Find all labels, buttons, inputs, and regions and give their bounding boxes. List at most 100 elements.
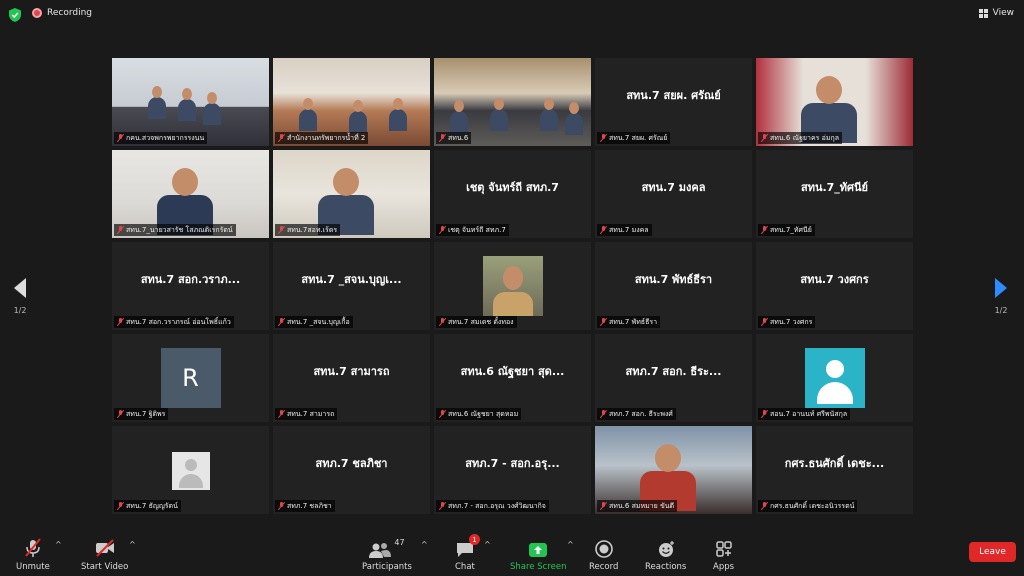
shield-icon[interactable] (9, 8, 21, 22)
mic-muted-icon (117, 318, 124, 326)
participant-tile[interactable]: สทน.7 สอก.วราภ... สทน.7 สอก.วราภรณ์ อ่อนโ… (112, 242, 269, 330)
participant-tile[interactable]: สทภ.7 สอก. ธีระ... สทภ.7 สอก. ธีระพงศ์ (595, 334, 752, 422)
share-screen-button[interactable]: Share Screen (510, 538, 566, 572)
participant-name-text: กศร.ธนศักดิ์ เดชะอนิวรรตน์ (770, 501, 855, 510)
participant-display-name: สทน.7 พัทธ์ธีรา (634, 273, 713, 286)
participant-tile[interactable]: สทน.7_ทัศนีย์ สทน.7_ทัศนีย์ (756, 150, 913, 238)
participant-tile[interactable]: สทน.7สอท.เร้ดร (273, 150, 430, 238)
participant-tile[interactable]: สทน.7 สยผ. ศรัณย์ สทน.7 สยผ. ศรัณย์ (595, 58, 752, 146)
participant-name-text: สำนักงานทรัพยากรน้ำที่ 2 (287, 133, 366, 142)
participant-name-label: สทภ.7 - สอก.อรุณ วงศ์วิฒนากิจ (436, 500, 549, 512)
share-caret-icon[interactable]: ^ (567, 540, 574, 549)
video-options-caret-icon[interactable]: ^ (129, 540, 136, 549)
participant-tile[interactable]: สทน.6 (434, 58, 591, 146)
person-head (569, 102, 579, 114)
participant-display-name: สทน.6 ณัฐชยา สุด... (460, 365, 565, 378)
participant-tile[interactable]: กคน.สวจพกรพยากรรงนน (112, 58, 269, 146)
person-head (207, 92, 217, 104)
participant-name-text: สอน.7 อานนท์ ศรีพนัสกุล (770, 409, 848, 418)
record-button[interactable]: Record (589, 538, 618, 572)
leave-button[interactable]: Leave (969, 542, 1016, 562)
chat-button[interactable]: 1 Chat (455, 534, 480, 572)
person-head (152, 86, 162, 98)
participant-tile[interactable]: สทน.7 _สจน.บุญเ... สทน.7 _สจน.บุญเกื้อ (273, 242, 430, 330)
meeting-toolbar: Unmute ^ Start Video ^ 47 Participants ^… (0, 534, 1024, 576)
reactions-button[interactable]: Reactions (645, 538, 686, 572)
participant-tile[interactable]: สทน.6 ณัฐยาคร อ่มกุล (756, 58, 913, 146)
participant-tile[interactable]: สทน.7 พัทธ์ธีรา สทน.7 พัทธ์ธีรา (595, 242, 752, 330)
prev-page-button[interactable]: 1/2 (5, 278, 35, 315)
participant-display-name: สทน.7 สอก.วราภ... (140, 273, 241, 286)
participant-display-name: สทภ.7 - สอก.อรุ... (465, 457, 560, 470)
participant-display-name: กศร.ธนศักดิ์ เดชะ... (784, 457, 885, 470)
mic-muted-icon (761, 226, 768, 234)
participant-name-label: สทน.7สอท.เร้ดร (275, 224, 341, 236)
view-button[interactable]: View (978, 8, 1014, 18)
participant-tile[interactable]: R สทน.7 ฐิติพร (112, 334, 269, 422)
participant-display-name: สทน.7 สามารถ (313, 365, 390, 378)
participant-tile[interactable]: สทน.7 สมเดช ตั้งทอง (434, 242, 591, 330)
participant-tile[interactable]: สอน.7 อานนท์ ศรีพนัสกุล (756, 334, 913, 422)
default-avatar-icon (804, 348, 865, 408)
participant-tile[interactable]: สทภ.7 ชลภิชา สทภ.7 ชลภิชา (273, 426, 430, 514)
recording-indicator[interactable]: Recording (32, 8, 92, 18)
participant-name-label: สำนักงานทรัพยากรน้ำที่ 2 (275, 132, 369, 144)
participant-tile[interactable]: สทน.7 วงศกร สทน.7 วงศกร (756, 242, 913, 330)
start-video-button[interactable]: Start Video (81, 538, 128, 572)
participant-name-label: สทน.7 ธัญญรัตน์ (114, 500, 181, 512)
participant-tile[interactable]: เชตุ จันทร์ถี สทภ.7 เชตุ จันทร์ถี สทภ.7 (434, 150, 591, 238)
chat-icon: 1 (456, 534, 480, 558)
top-bar: Recording View (0, 0, 1024, 30)
participant-name-text: สทน.6 ณัฐชยา สุดหอม (448, 409, 519, 418)
participant-tile[interactable]: สทภ.7 - สอก.อรุ... สทภ.7 - สอก.อรุณ วงศ์ว… (434, 426, 591, 514)
view-label: View (992, 8, 1014, 18)
mic-muted-icon (761, 410, 768, 418)
participant-tile[interactable]: สทน.6 สมหมาย ขันตี (595, 426, 752, 514)
chat-caret-icon[interactable]: ^ (484, 540, 491, 549)
default-avatar-icon (171, 452, 210, 490)
recording-label: Recording (47, 8, 93, 18)
person-body (389, 109, 407, 131)
apps-label: Apps (713, 562, 735, 572)
next-page-button[interactable]: 1/2 (986, 278, 1016, 315)
person-body (148, 97, 166, 119)
initial-avatar: R (160, 348, 221, 408)
person-head (544, 98, 554, 110)
participants-label: Participants (362, 562, 412, 572)
person-body (490, 109, 508, 131)
participant-tile[interactable]: สทน.7 สามารถ สทน.7 สามารถ (273, 334, 430, 422)
participant-name-label: สทน.7 วงศกร (758, 316, 816, 328)
participant-tile[interactable]: สทน.6 ณัฐชยา สุด... สทน.6 ณัฐชยา สุดหอม (434, 334, 591, 422)
participant-name-text: สทภ.7 ชลภิชา (287, 501, 332, 510)
mic-muted-icon (278, 502, 285, 510)
person-head (353, 100, 363, 112)
participant-name-text: สทน.6 ณัฐยาคร อ่มกุล (770, 133, 839, 142)
participant-tile[interactable]: สทน.7_นายวสารัช โสภณติเรกรัตน์ (112, 150, 269, 238)
person-head (502, 266, 523, 290)
audio-options-caret-icon[interactable]: ^ (55, 540, 62, 549)
participant-name-text: สทน.7 สอก.วราภรณ์ อ่อนโพธิ์แก้ว (126, 317, 231, 326)
participant-tile[interactable]: กศร.ธนศักดิ์ เดชะ... กศร.ธนศักดิ์ เดชะอนิ… (756, 426, 913, 514)
participant-name-label: สทน.7_ทัศนีย์ (758, 224, 815, 236)
participants-caret-icon[interactable]: ^ (421, 540, 428, 549)
unmute-button[interactable]: Unmute (16, 538, 50, 572)
participant-name-text: สทน.7 พัทธ์ธีรา (609, 317, 658, 326)
mic-muted-icon (117, 410, 124, 418)
record-icon (594, 538, 613, 558)
participant-tile[interactable]: สทน.7 มงคล สทน.7 มงคล (595, 150, 752, 238)
participants-button[interactable]: 47 Participants (362, 538, 412, 572)
participant-tile[interactable]: สำนักงานทรัพยากรน้ำที่ 2 (273, 58, 430, 146)
participant-name-label: สทน.6 (436, 132, 472, 144)
apps-button[interactable]: Apps (713, 538, 734, 572)
participant-name-text: สทน.7_ทัศนีย์ (770, 225, 812, 234)
participant-name-label: สทน.7 _สจน.บุญเกื้อ (275, 316, 353, 328)
profile-photo (482, 256, 543, 316)
share-screen-icon (528, 538, 548, 558)
share-screen-label: Share Screen (510, 562, 567, 572)
participant-name-label: สทภ.7 ชลภิชา (275, 500, 335, 512)
participant-name-text: สทน.7 มงคล (609, 225, 649, 234)
participant-tile[interactable]: สทน.7 ธัญญรัตน์ (112, 426, 269, 514)
video-off-icon (94, 538, 116, 558)
reactions-label: Reactions (645, 562, 687, 572)
mic-muted-icon (439, 502, 446, 510)
